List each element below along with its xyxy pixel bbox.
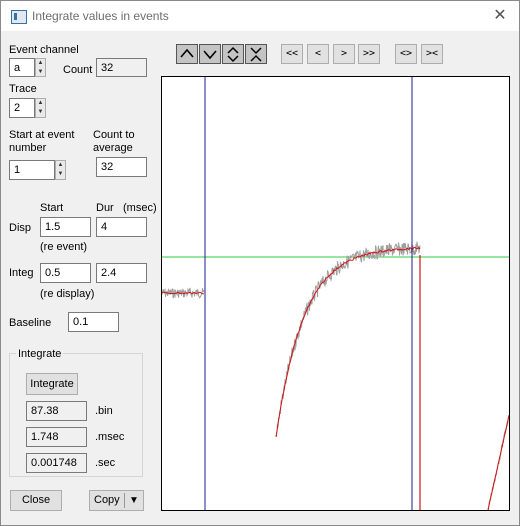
window-close-icon[interactable]: ✕ bbox=[489, 5, 511, 27]
chevron-down-icon: ▼ bbox=[129, 495, 139, 506]
start-event-spinner[interactable]: ▲ ▼ bbox=[55, 160, 66, 180]
result-sec-value: 0.001748 bbox=[26, 453, 87, 473]
shape-collapse-button[interactable] bbox=[245, 44, 267, 64]
baseline-label: Baseline bbox=[9, 317, 52, 329]
trace-label: Trace bbox=[9, 83, 37, 95]
nav-first-button[interactable]: << bbox=[281, 44, 303, 64]
start-column-label: Start bbox=[40, 202, 64, 214]
trace-plot[interactable] bbox=[161, 76, 510, 511]
start-event-field[interactable]: 1 bbox=[9, 160, 55, 180]
window-title: Integrate values in events bbox=[32, 9, 169, 23]
integrate-group-title: Integrate bbox=[16, 348, 64, 360]
disp-note: (re event) bbox=[40, 241, 88, 253]
count-label: Count bbox=[63, 64, 93, 76]
event-channel-field[interactable]: a bbox=[9, 58, 35, 77]
raw-trace-segment-2 bbox=[275, 241, 421, 438]
collapse-vertical-icon bbox=[250, 47, 262, 62]
dur-column-label: Dur bbox=[96, 202, 114, 214]
result-bin-unit: .bin bbox=[95, 405, 113, 417]
result-bin-value: 87.38 bbox=[26, 401, 87, 421]
dialog-window: Integrate values in events ✕ Event chann… bbox=[0, 0, 520, 526]
disp-label: Disp bbox=[9, 222, 32, 234]
integ-label: Integ bbox=[9, 267, 34, 279]
count-average-label-2: average bbox=[93, 142, 133, 154]
copy-button[interactable]: Copy ▼ bbox=[89, 490, 144, 511]
start-event-label-2: number bbox=[9, 142, 47, 154]
integrate-button[interactable]: Integrate bbox=[26, 373, 78, 395]
count-value: 32 bbox=[96, 58, 147, 77]
zoom-out-button[interactable]: <> bbox=[395, 44, 417, 64]
nav-next-button[interactable]: > bbox=[333, 44, 355, 64]
disp-start-field[interactable]: 1.5 bbox=[40, 217, 91, 237]
expand-vertical-icon bbox=[227, 46, 239, 63]
title-bar: Integrate values in events ✕ bbox=[1, 1, 519, 31]
avg-trace-segment-3 bbox=[487, 415, 510, 511]
integ-start-field[interactable]: 0.5 bbox=[40, 263, 91, 283]
result-sec-unit: .sec bbox=[95, 457, 116, 469]
nav-prev-button[interactable]: < bbox=[307, 44, 329, 64]
shape-up-button[interactable] bbox=[176, 44, 198, 64]
event-channel-spinner[interactable]: ▲ ▼ bbox=[35, 58, 46, 77]
app-icon bbox=[11, 10, 27, 24]
close-button[interactable]: Close bbox=[10, 490, 62, 511]
chevron-up-icon bbox=[180, 48, 194, 58]
start-event-label-1: Start at event bbox=[9, 129, 75, 141]
integ-note: (re display) bbox=[40, 288, 95, 300]
baseline-field[interactable]: 0.1 bbox=[68, 312, 119, 332]
trace-spinner[interactable]: ▲ ▼ bbox=[35, 98, 46, 118]
zoom-in-button[interactable]: >< bbox=[421, 44, 443, 64]
avg-trace-segment-2 bbox=[275, 246, 421, 437]
count-average-label-1: Count to bbox=[93, 129, 135, 141]
copy-button-label: Copy bbox=[94, 494, 120, 506]
integ-dur-field[interactable]: 2.4 bbox=[96, 263, 147, 283]
trace-plot-canvas bbox=[161, 77, 510, 511]
chevron-down-icon bbox=[203, 50, 217, 60]
disp-dur-field[interactable]: 4 bbox=[96, 217, 147, 237]
result-msec-value: 1.748 bbox=[26, 427, 87, 447]
shape-down-button[interactable] bbox=[199, 44, 221, 64]
event-channel-label: Event channel bbox=[9, 44, 79, 56]
result-msec-unit: .msec bbox=[95, 431, 125, 443]
shape-expand-button[interactable] bbox=[222, 44, 244, 64]
count-average-field[interactable]: 32 bbox=[96, 157, 147, 177]
units-label: (msec) bbox=[123, 202, 157, 214]
trace-field[interactable]: 2 bbox=[9, 98, 35, 118]
nav-last-button[interactable]: >> bbox=[358, 44, 380, 64]
